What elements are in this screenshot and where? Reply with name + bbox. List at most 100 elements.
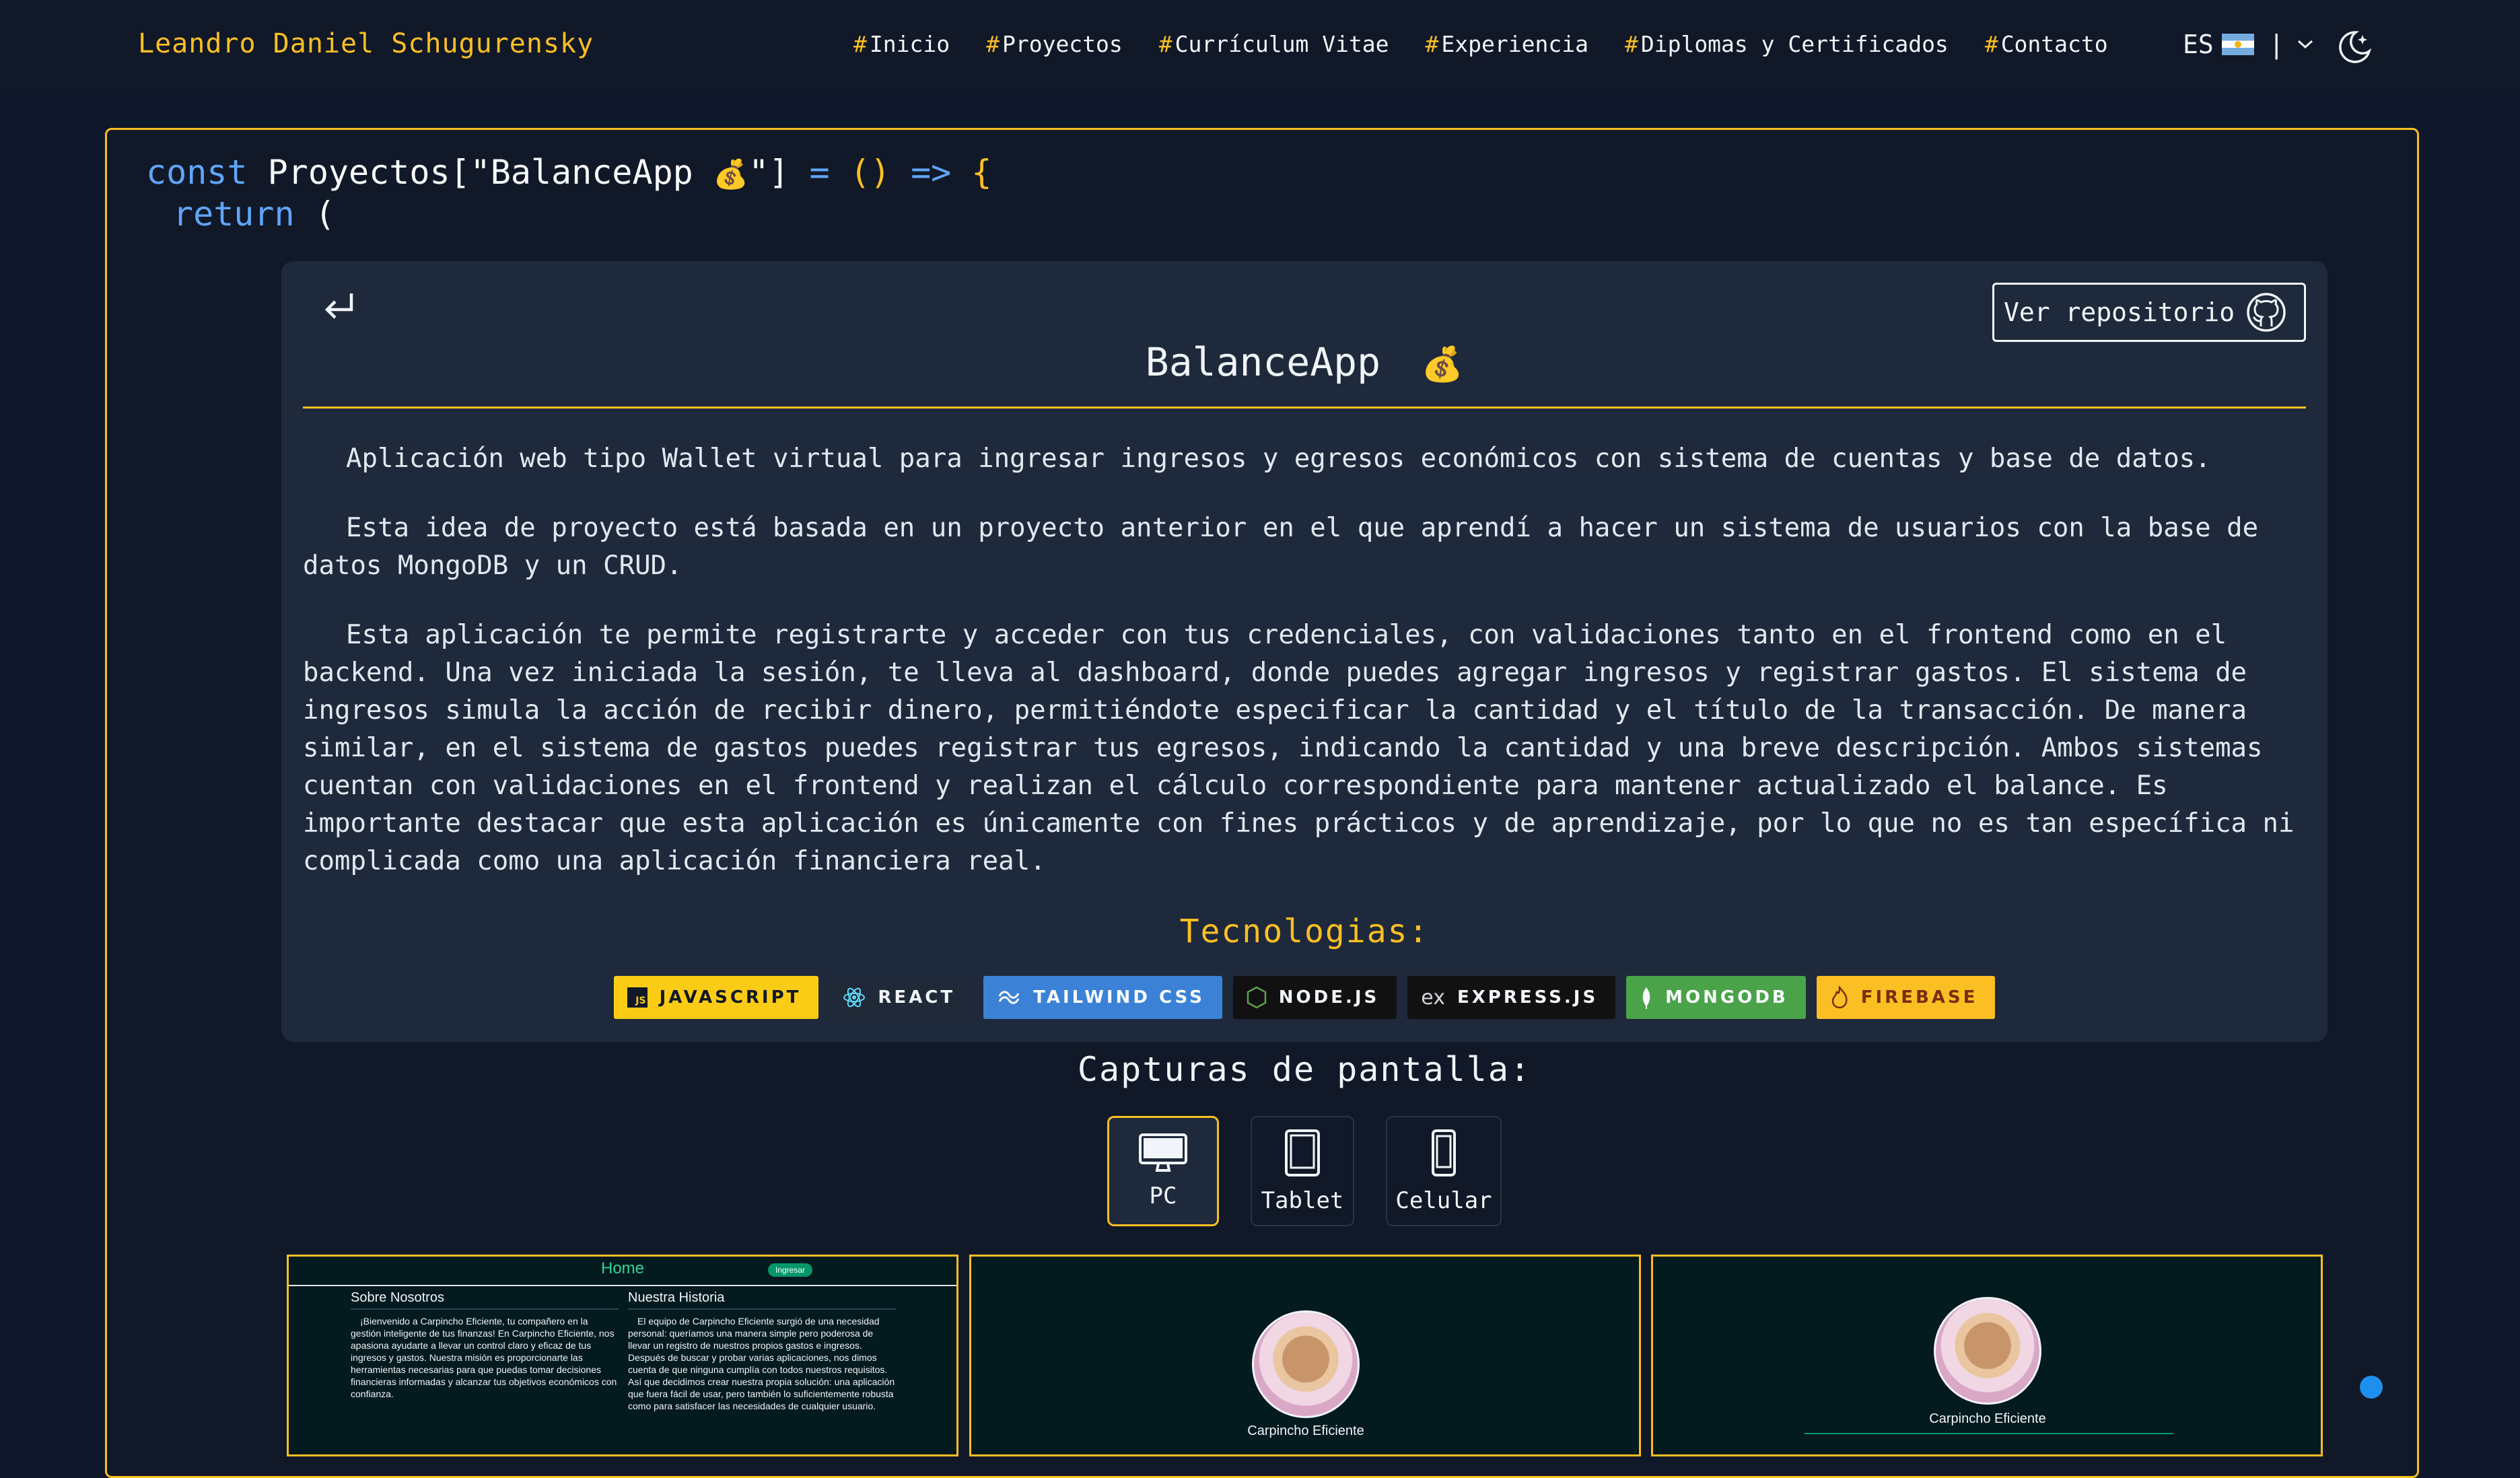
- hash-icon: #: [1984, 31, 1998, 57]
- language-code: ES: [2183, 30, 2214, 59]
- badge-label: REACT: [878, 987, 956, 1008]
- hash-icon: #: [853, 31, 867, 57]
- badge-expressjs: ex EXPRESS.JS: [1407, 976, 1616, 1019]
- screenshot-login-pill: Ingresar: [768, 1263, 812, 1277]
- language-selector[interactable]: ES |: [2183, 30, 2314, 59]
- badge-nodejs: NODE.JS: [1232, 976, 1397, 1019]
- chevron-down-icon: [2297, 40, 2313, 49]
- code-keyword-return: return: [173, 195, 295, 234]
- react-icon: [843, 987, 866, 1008]
- express-icon: ex: [1421, 985, 1445, 1010]
- code-open-paren: (: [314, 195, 335, 234]
- badge-firebase: FIREBASE: [1816, 976, 1996, 1019]
- description-paragraph: Aplicación web tipo Wallet virtual para …: [346, 444, 2211, 474]
- screenshot-about-title: Sobre Nosotros: [351, 1290, 619, 1310]
- code-return: return (: [173, 195, 335, 234]
- hash-icon: #: [1425, 31, 1439, 57]
- badge-label: FIREBASE: [1860, 987, 1978, 1008]
- capybara-avatar: [1934, 1297, 2041, 1405]
- badge-label: NODE.JS: [1278, 987, 1380, 1008]
- dark-mode-moon-icon[interactable]: [2336, 28, 2373, 66]
- badge-label: TAILWIND CSS: [1033, 987, 1205, 1008]
- money-bag-icon: 💰: [713, 157, 749, 190]
- device-tab-pc[interactable]: PC: [1107, 1116, 1219, 1226]
- hash-icon: #: [1158, 31, 1172, 57]
- code-brace: {: [971, 153, 992, 192]
- device-tab-label: Celular: [1395, 1187, 1492, 1214]
- device-tab-phone[interactable]: Celular: [1386, 1116, 1502, 1226]
- nav-item-contacto[interactable]: # Contacto: [1985, 31, 2108, 57]
- top-navbar: Leandro Daniel Schugurensky # Inicio # Pro…: [0, 0, 2520, 96]
- screenshot-history-column: Nuestra Historia El equipo de Carpincho …: [628, 1290, 896, 1412]
- technology-badges: JS JAVASCRIPT REACT TAILWIND CSS NODE.JS…: [281, 976, 2328, 1019]
- badge-mongodb: MONGODB: [1626, 976, 1806, 1019]
- nav-item-label: Proyectos: [1002, 31, 1123, 57]
- nav-item-label: Inicio: [869, 31, 950, 57]
- repo-button-label: Ver repositorio: [2004, 297, 2235, 327]
- nav-item-experiencia[interactable]: # Experiencia: [1426, 31, 1588, 57]
- screenshot-header: Home Ingresar: [289, 1257, 956, 1286]
- nav-item-curriculum[interactable]: # Currículum Vitae: [1159, 31, 1389, 57]
- project-title-text: BalanceApp: [1145, 339, 1380, 385]
- screenshot-home-title: Home: [600, 1259, 645, 1277]
- screenshot-about-column: Sobre Nosotros ¡Bienvenido a Carpincho E…: [351, 1290, 619, 1400]
- monitor-icon: [1139, 1133, 1187, 1172]
- money-bag-icon: 💰: [1421, 345, 1464, 384]
- badge-label: MONGODB: [1665, 987, 1788, 1008]
- hash-icon: #: [986, 31, 1000, 57]
- brand-name[interactable]: Leandro Daniel Schugurensky: [138, 28, 594, 59]
- badge-label: EXPRESS.JS: [1457, 987, 1599, 1008]
- screenshot-pc-3[interactable]: Carpincho Eficiente: [1651, 1255, 2323, 1456]
- screenshot-about-text: ¡Bienvenido a Carpincho Eficiente, tu co…: [351, 1316, 617, 1399]
- screenshot-pc-1[interactable]: Home Ingresar Sobre Nosotros ¡Bienvenido…: [287, 1255, 958, 1456]
- argentina-flag-icon: [2221, 34, 2254, 55]
- screenshot-divider: [1805, 1433, 2173, 1434]
- github-icon: [2247, 293, 2286, 332]
- nav-item-inicio[interactable]: # Inicio: [853, 31, 950, 57]
- badge-label: JAVASCRIPT: [659, 987, 802, 1008]
- description-paragraph: Esta idea de proyecto está basada en un …: [303, 513, 2259, 581]
- code-identifier-end: "]: [748, 153, 790, 192]
- app-name-label: Carpincho Eficiente: [1929, 1411, 2046, 1426]
- nav-item-label: Currículum Vitae: [1175, 31, 1389, 57]
- code-keyword: const: [146, 153, 248, 192]
- device-tab-tablet[interactable]: Tablet: [1251, 1116, 1354, 1226]
- capybara-avatar: [1252, 1310, 1360, 1418]
- screenshot-history-text: El equipo de Carpincho Eficiente surgió …: [628, 1316, 895, 1411]
- view-repository-button[interactable]: Ver repositorio: [1992, 283, 2306, 342]
- badge-react: REACT: [829, 976, 973, 1019]
- code-parens: (): [849, 153, 890, 192]
- app-name-label: Carpincho Eficiente: [1247, 1423, 1364, 1438]
- back-arrow-icon[interactable]: [320, 289, 358, 327]
- project-title: BalanceApp 💰: [303, 342, 2306, 409]
- nav-item-label: Experiencia: [1441, 31, 1588, 57]
- hash-icon: #: [1624, 31, 1638, 57]
- device-tab-label: Tablet: [1261, 1187, 1344, 1214]
- badge-tailwind: TAILWIND CSS: [983, 976, 1222, 1019]
- nav-menu: # Inicio # Proyectos # Currículum Vitae # Ex…: [853, 31, 2144, 57]
- javascript-icon: JS: [627, 987, 648, 1008]
- code-arrow: =>: [911, 153, 952, 192]
- code-declaration: const Proyectos["BalanceApp 💰"] = () => …: [146, 153, 992, 192]
- device-tab-label: PC: [1149, 1183, 1177, 1209]
- floating-action-button[interactable]: [2360, 1376, 2383, 1399]
- phone-icon: [1432, 1129, 1456, 1176]
- description-paragraph: Esta aplicación te permite registrarte y…: [303, 620, 2295, 876]
- tailwind-icon: [998, 991, 1020, 1004]
- project-description: Aplicación web tipo Wallet virtual para …: [303, 440, 2309, 912]
- mongodb-leaf-icon: [1642, 987, 1650, 1009]
- code-identifier: Proyectos["BalanceApp: [267, 153, 713, 192]
- screenshots-heading: Capturas de pantalla:: [1077, 1050, 1532, 1089]
- nav-item-proyectos[interactable]: # Proyectos: [986, 31, 1123, 57]
- language-separator: |: [2268, 30, 2284, 59]
- screenshot-pc-2[interactable]: Carpincho Eficiente: [969, 1255, 1641, 1456]
- screenshot-history-title: Nuestra Historia: [628, 1290, 896, 1310]
- nav-item-label: Contacto: [2000, 31, 2108, 57]
- firebase-flame-icon: [1831, 986, 1848, 1009]
- code-operator: =: [809, 153, 830, 192]
- nav-item-diplomas[interactable]: # Diplomas y Certificados: [1625, 31, 1949, 57]
- badge-javascript: JS JAVASCRIPT: [613, 976, 819, 1019]
- nav-item-label: Diplomas y Certificados: [1640, 31, 1949, 57]
- nodejs-icon: [1247, 986, 1267, 1009]
- project-detail-panel: Ver repositorio BalanceApp 💰 Aplicación …: [281, 261, 2328, 1042]
